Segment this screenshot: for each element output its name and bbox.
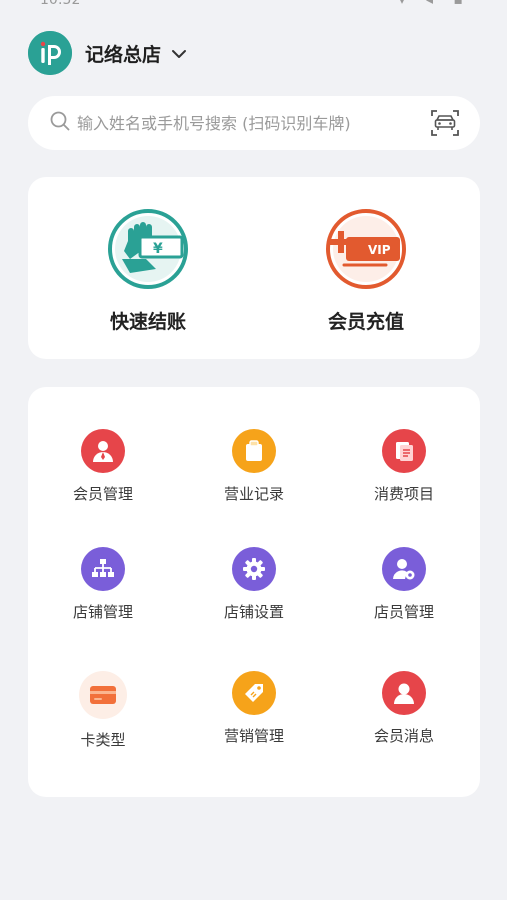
- svg-text:¥: ¥: [153, 241, 163, 257]
- member-recharge-button[interactable]: VIP 会员充值: [286, 207, 446, 334]
- clipboard-icon: [232, 429, 276, 473]
- org-chart-icon: [81, 547, 125, 591]
- grid-item-member-management[interactable]: 会员管理: [28, 429, 178, 504]
- grid-item-label: 消费项目: [373, 485, 434, 503]
- search-input[interactable]: [77, 113, 415, 133]
- grid-item-card-type[interactable]: 卡类型: [28, 671, 178, 750]
- search-icon: [49, 110, 71, 136]
- search-bar: [28, 96, 480, 150]
- store-switcher[interactable]: 记络总店: [28, 30, 187, 76]
- quick-checkout-label: 快速结账: [109, 311, 186, 333]
- tag-icon: [232, 671, 276, 715]
- grid-item-member-messages[interactable]: 会员消息: [329, 671, 479, 746]
- grid-item-label: 店铺管理: [72, 603, 133, 621]
- brand-logo-icon: [28, 31, 72, 75]
- grid-item-marketing-management[interactable]: 营销管理: [179, 671, 329, 746]
- svg-text:VIP: VIP: [368, 243, 391, 257]
- vip-card-icon: VIP: [324, 207, 408, 295]
- grid-item-label: 会员消息: [373, 727, 434, 745]
- scan-plate-icon[interactable]: [430, 108, 460, 142]
- card-icon: [79, 671, 127, 719]
- quick-checkout-button[interactable]: ¥ 快速结账: [68, 207, 228, 334]
- grid-item-store-settings[interactable]: 店铺设置: [179, 547, 329, 622]
- documents-icon: [382, 429, 426, 473]
- member-icon: [81, 429, 125, 473]
- staff-settings-icon: [382, 547, 426, 591]
- status-time: 10:52: [40, 0, 81, 8]
- grid-item-label: 店员管理: [373, 603, 434, 621]
- grid-item-business-records[interactable]: 营业记录: [179, 429, 329, 504]
- grid-item-label: 店铺设置: [223, 603, 284, 621]
- status-system-icons: ▾ ◂ ▪: [398, 0, 471, 8]
- grid-item-label: 卡类型: [80, 731, 126, 749]
- quick-actions-card: ¥ 快速结账 VIP 会员充值: [28, 177, 480, 359]
- status-bar: 10:52 ▾ ◂ ▪: [0, 0, 507, 14]
- grid-item-label: 会员管理: [72, 485, 133, 503]
- grid-item-label: 营业记录: [223, 485, 284, 503]
- grid-item-store-management[interactable]: 店铺管理: [28, 547, 178, 622]
- store-name: 记络总店: [85, 43, 162, 66]
- member-recharge-label: 会员充值: [327, 311, 404, 333]
- gear-icon: [232, 547, 276, 591]
- grid-item-label: 营销管理: [223, 727, 284, 745]
- grid-item-consumption-items[interactable]: 消费项目: [329, 429, 479, 504]
- user-message-icon: [382, 671, 426, 715]
- cash-hand-icon: ¥: [106, 207, 190, 295]
- grid-item-staff-management[interactable]: 店员管理: [329, 547, 479, 622]
- chevron-down-icon: [171, 45, 187, 64]
- function-grid-card: 会员管理 营业记录 消费项目 店铺管理 店铺设置 店员管理 卡类型 营销管理 会…: [28, 387, 480, 797]
